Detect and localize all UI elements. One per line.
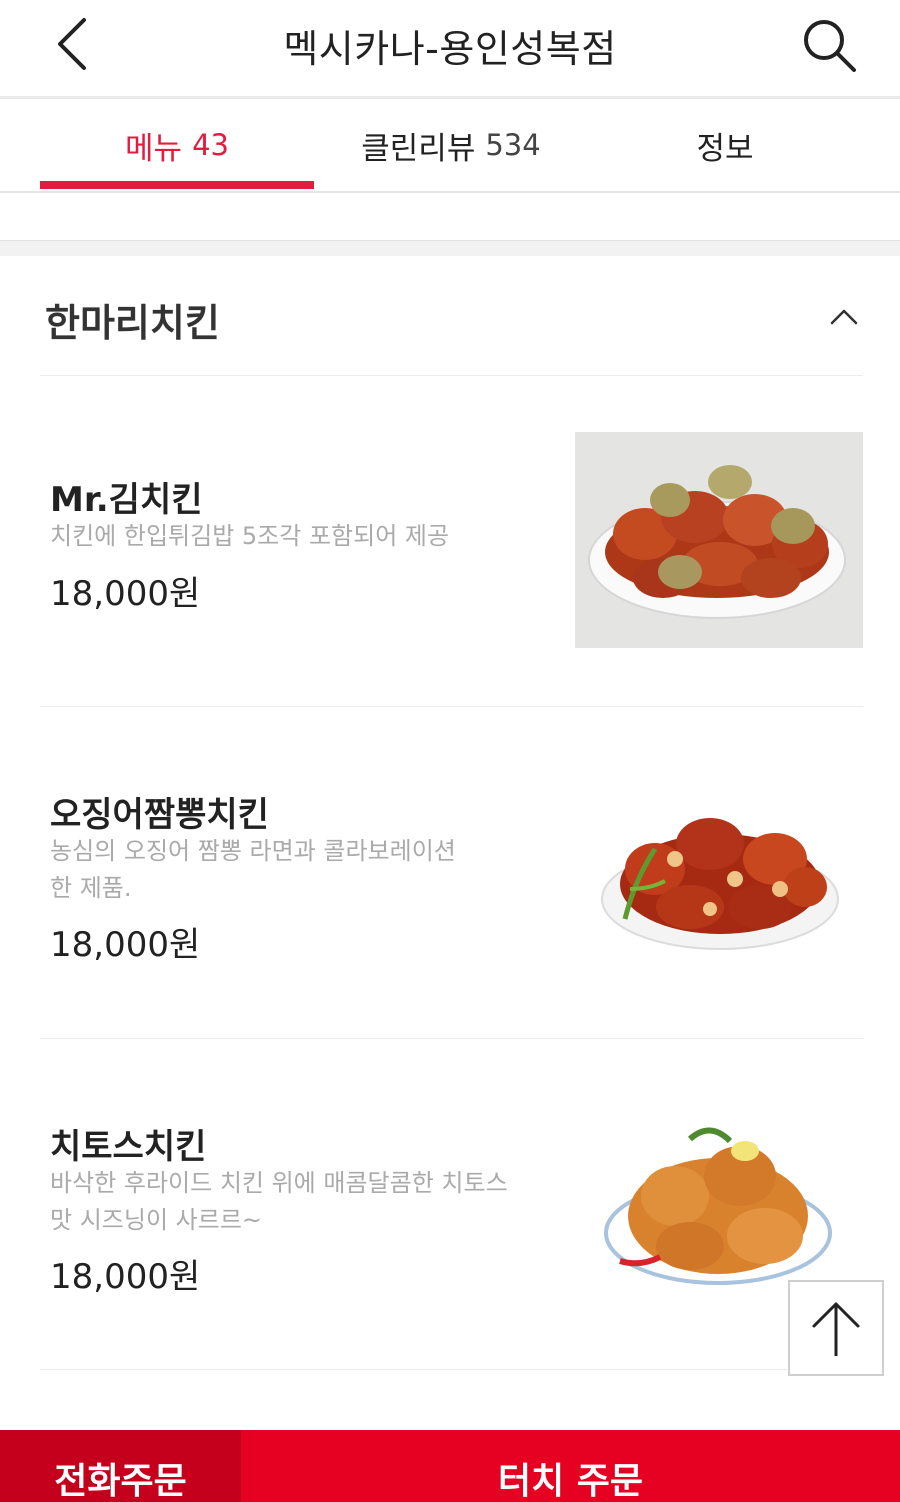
tab-clean-review-label: 클린리뷰 <box>361 130 476 167</box>
category-title: 한마리치킨 <box>45 301 220 345</box>
menu-item[interactable]: Mr.김치킨 치킨에 한입튀김밥 5조각 포함되어 제공 18,000원 <box>0 376 900 706</box>
search-icon <box>804 20 856 72</box>
tab-menu-label: 메뉴 <box>125 130 183 167</box>
menu-item-image <box>601 818 839 950</box>
tab-bar: 메뉴 43 클린리뷰 534 정보 <box>0 99 900 193</box>
tab-clean-review-count: 534 <box>485 128 541 162</box>
menu-item-name: 오징어짬뽕치킨 <box>50 795 269 835</box>
tab-info-label: 정보 <box>696 130 754 167</box>
top-header: 멕시카나-용인성복점 <box>0 0 900 99</box>
menu-item-price: 18,000원 <box>50 1257 201 1297</box>
menu-item-name: 치토스치킨 <box>50 1127 207 1167</box>
order-bar: 전화주문 터치 주문 <box>0 1430 900 1502</box>
menu-item-description: 농심의 오징어 짬뽕 라면과 콜라보레이션 한 제품. <box>50 833 530 907</box>
menu-item-description-line: 맛 시즈닝이 사르르~ <box>50 1206 263 1234</box>
menu-item-description-line: 농심의 오징어 짬뽕 라면과 콜라보레이션 <box>50 837 456 865</box>
tab-clean-review[interactable]: 클린리뷰 534 <box>314 99 588 191</box>
menu-item-image <box>575 432 863 648</box>
active-tab-indicator <box>40 181 314 189</box>
menu-item-description-line: 치킨에 한입튀김밥 5조각 포함되어 제공 <box>50 522 450 550</box>
menu-item[interactable]: 치토스치킨 바삭한 후라이드 치킨 위에 매콤달콤한 치토스 맛 시즈닝이 사르… <box>0 1039 900 1369</box>
menu-item-image <box>604 1127 832 1285</box>
menu-item-description-line: 바삭한 후라이드 치킨 위에 매콤달콤한 치토스 <box>50 1169 508 1197</box>
menu-item-name: Mr.김치킨 <box>50 480 203 520</box>
phone-order-button[interactable]: 전화주문 <box>0 1430 241 1502</box>
tab-menu[interactable]: 메뉴 43 <box>40 99 314 191</box>
menu-item-description-line: 한 제품. <box>50 874 132 902</box>
search-button[interactable] <box>800 16 860 76</box>
menu-item-price: 18,000원 <box>50 574 201 614</box>
divider <box>40 1369 863 1370</box>
tab-info[interactable]: 정보 <box>588 99 862 191</box>
collapse-button[interactable] <box>824 296 864 336</box>
tab-menu-count: 43 <box>192 128 229 162</box>
menu-item[interactable]: 오징어짬뽕치킨 농심의 오징어 짬뽕 라면과 콜라보레이션 한 제품. 18,0… <box>0 707 900 1037</box>
store-title: 멕시카나-용인성복점 <box>283 27 617 71</box>
arrow-up-icon <box>812 1302 860 1356</box>
scroll-top-button[interactable] <box>788 1280 884 1376</box>
chevron-up-icon <box>830 309 858 325</box>
menu-item-description: 바삭한 후라이드 치킨 위에 매콤달콤한 치토스 맛 시즈닝이 사르르~ <box>50 1165 530 1239</box>
touch-order-button[interactable]: 터치 주문 <box>241 1430 900 1502</box>
category-header[interactable]: 한마리치킨 <box>0 256 900 376</box>
menu-item-description: 치킨에 한입튀김밥 5조각 포함되어 제공 <box>50 518 530 555</box>
menu-item-price: 18,000원 <box>50 925 201 965</box>
section-separator <box>0 240 900 256</box>
